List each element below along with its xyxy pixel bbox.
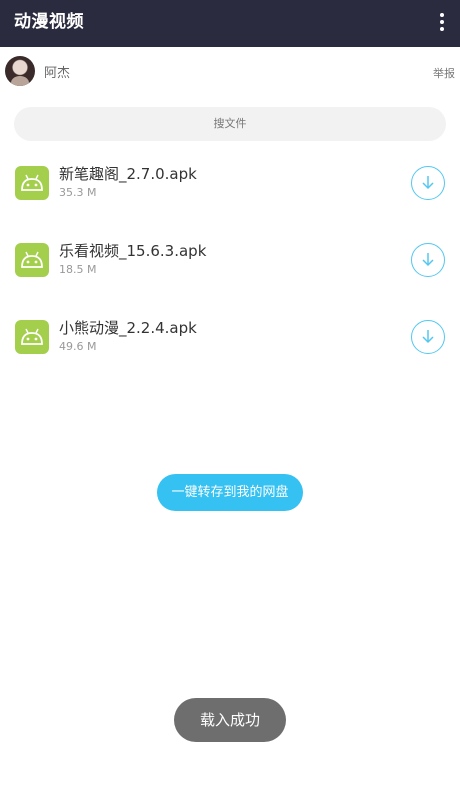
- file-item[interactable]: 乐看视频_15.6.3.apk 18.5 M: [0, 233, 460, 293]
- menu-dot: [440, 27, 444, 31]
- file-item[interactable]: 小熊动漫_2.2.4.apk 49.6 M: [0, 310, 460, 370]
- avatar[interactable]: [5, 56, 35, 86]
- android-icon: [15, 320, 49, 354]
- file-name: 乐看视频_15.6.3.apk: [59, 242, 207, 260]
- save-to-drive-button[interactable]: 一键转存到我的网盘: [157, 474, 303, 511]
- file-name: 小熊动漫_2.2.4.apk: [59, 319, 197, 337]
- file-size: 18.5 M: [59, 263, 97, 276]
- search-files-button[interactable]: 搜文件: [14, 107, 446, 141]
- menu-dot: [440, 13, 444, 17]
- download-icon[interactable]: [411, 166, 445, 200]
- username[interactable]: 阿杰: [44, 62, 70, 81]
- more-vertical-icon[interactable]: [430, 6, 454, 38]
- menu-dot: [440, 20, 444, 24]
- android-icon: [15, 243, 49, 277]
- file-item[interactable]: 新笔趣阁_2.7.0.apk 35.3 M: [0, 156, 460, 216]
- file-name: 新笔趣阁_2.7.0.apk: [59, 165, 197, 183]
- app-header: 动漫视频: [0, 0, 460, 47]
- download-icon[interactable]: [411, 320, 445, 354]
- file-size: 35.3 M: [59, 186, 97, 199]
- android-icon: [15, 166, 49, 200]
- share-user-row: 阿杰 举报: [0, 47, 460, 97]
- page-title: 动漫视频: [14, 12, 84, 32]
- toast-message: 载入成功: [174, 698, 286, 742]
- report-link[interactable]: 举报: [433, 65, 455, 81]
- file-size: 49.6 M: [59, 340, 97, 353]
- download-icon[interactable]: [411, 243, 445, 277]
